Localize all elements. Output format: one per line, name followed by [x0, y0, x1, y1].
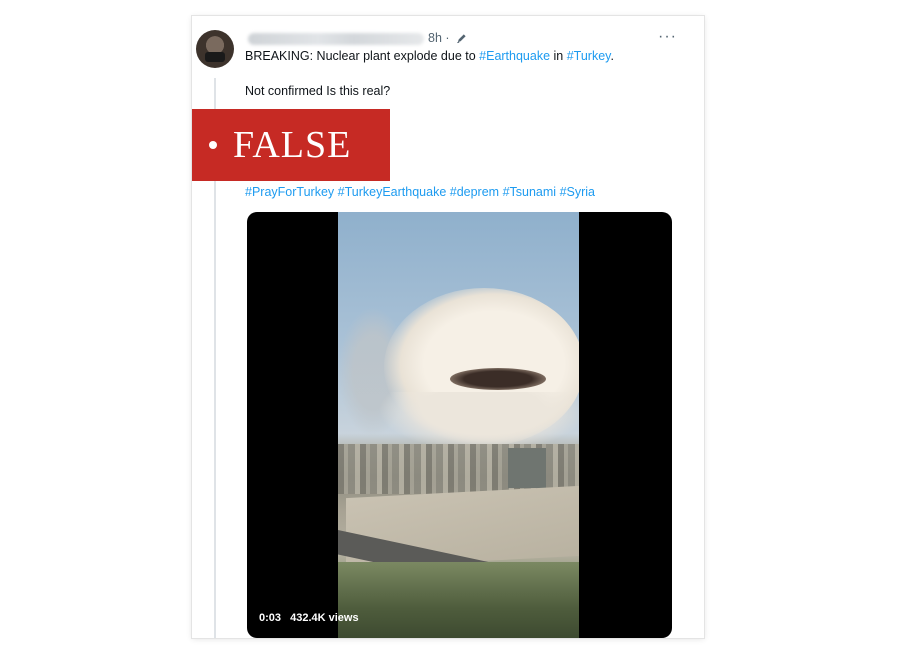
- tweet-text-line2: Not confirmed Is this real?: [245, 84, 391, 98]
- cloud-dark-core: [450, 368, 546, 390]
- face-mask: [205, 52, 225, 62]
- hashtag-row: #PrayForTurkey #TurkeyEarthquake #deprem…: [245, 185, 595, 199]
- bullet-dot: [209, 141, 217, 149]
- tweet-text-line1: BREAKING: Nuclear plant explode due to #…: [245, 49, 614, 63]
- more-options-icon[interactable]: ···: [658, 28, 677, 46]
- hashtag-prayforturkey[interactable]: #PrayForTurkey: [245, 185, 334, 199]
- video-duration: 0:03: [259, 612, 282, 624]
- avatar[interactable]: [196, 30, 234, 68]
- tweet-card[interactable]: 8h · ··· BREAKING: Nuclear plant explode…: [192, 16, 704, 638]
- blurred-username: [248, 33, 424, 45]
- video-views: 432.4K views: [290, 612, 359, 624]
- tweet-timestamp[interactable]: 8h ·: [428, 31, 450, 45]
- hashtag-tsunami[interactable]: #Tsunami: [503, 185, 557, 199]
- vegetation: [338, 562, 579, 638]
- hashtag-syria[interactable]: #Syria: [560, 185, 595, 199]
- hashtag-deprem[interactable]: #deprem: [450, 185, 499, 199]
- video-stats: 0:03 432.4K views: [259, 612, 365, 624]
- tall-building: [508, 448, 546, 488]
- false-label: FALSE: [233, 124, 352, 166]
- video-frame-explosion: [338, 212, 579, 638]
- hashtag-turkeyearthquake[interactable]: #TurkeyEarthquake: [338, 185, 447, 199]
- false-rating-badge: FALSE: [192, 109, 390, 181]
- tweet-text-prefix: BREAKING: Nuclear plant explode due to: [245, 49, 480, 63]
- hashtag-earthquake[interactable]: #Earthquake: [479, 49, 550, 63]
- dust-cloud: [378, 392, 579, 452]
- video-player[interactable]: 0:03 432.4K views: [247, 212, 672, 638]
- tweet-text-middle: in: [550, 49, 567, 63]
- pencil-icon: [457, 34, 466, 44]
- hashtag-turkey[interactable]: #Turkey: [567, 49, 611, 63]
- tweet-text-suffix: .: [610, 49, 614, 63]
